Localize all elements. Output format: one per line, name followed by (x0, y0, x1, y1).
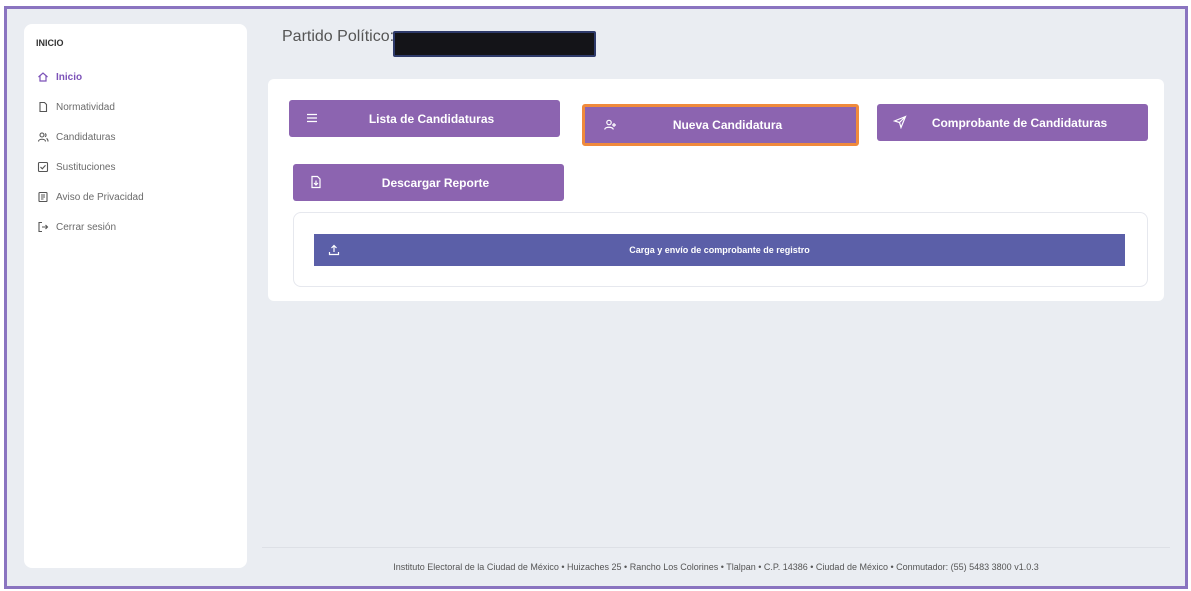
sidebar-item-label: Cerrar sesión (56, 221, 117, 233)
document-icon (36, 100, 50, 114)
sidebar-item-label: Inicio (56, 71, 83, 83)
footer-text: Instituto Electoral de la Ciudad de Méxi… (393, 562, 1039, 572)
sidebar-item-sustituciones[interactable]: Sustituciones (36, 152, 144, 182)
book-icon (36, 190, 50, 204)
upload-comprobante-button[interactable]: Carga y envío de comprobante de registro (314, 234, 1125, 266)
party-name-redacted (393, 31, 596, 57)
sidebar-heading: INICIO (36, 38, 64, 48)
button-label: Lista de Candidaturas (368, 111, 495, 126)
download-file-icon (309, 175, 323, 189)
sidebar-nav: Inicio Normatividad Candidaturas Sustitu… (36, 62, 144, 242)
button-label: Descargar Reporte (381, 175, 490, 190)
button-label: Comprobante de Candidaturas (931, 115, 1108, 130)
comprobante-candidaturas-button[interactable]: Comprobante de Candidaturas (877, 104, 1148, 141)
sidebar-item-label: Aviso de Privacidad (56, 191, 144, 203)
sidebar-item-cerrar-sesion[interactable]: Cerrar sesión (36, 212, 144, 242)
sidebar-item-aviso-privacidad[interactable]: Aviso de Privacidad (36, 182, 144, 212)
home-icon (36, 70, 50, 84)
sidebar-item-normatividad[interactable]: Normatividad (36, 92, 144, 122)
descargar-reporte-button[interactable]: Descargar Reporte (293, 164, 564, 201)
nueva-candidatura-button[interactable]: Nueva Candidatura (582, 104, 859, 146)
list-icon (305, 111, 319, 125)
upload-label: Carga y envío de comprobante de registro (629, 245, 810, 255)
checkbox-icon (36, 160, 50, 174)
button-label: Nueva Candidatura (672, 118, 783, 132)
party-label: Partido Político: (282, 28, 395, 45)
sidebar-item-inicio[interactable]: Inicio (36, 62, 144, 92)
users-icon (36, 130, 50, 144)
sidebar-item-candidaturas[interactable]: Candidaturas (36, 122, 144, 152)
upload-icon (328, 244, 340, 256)
sidebar-item-label: Candidaturas (56, 131, 116, 143)
sidebar: INICIO Inicio Normatividad Candidaturas … (24, 24, 247, 568)
lista-candidaturas-button[interactable]: Lista de Candidaturas (289, 100, 560, 137)
send-icon (892, 115, 907, 130)
sidebar-item-label: Normatividad (56, 101, 115, 113)
footer-divider (262, 547, 1170, 548)
logout-icon (36, 220, 50, 234)
sidebar-item-label: Sustituciones (56, 161, 116, 173)
